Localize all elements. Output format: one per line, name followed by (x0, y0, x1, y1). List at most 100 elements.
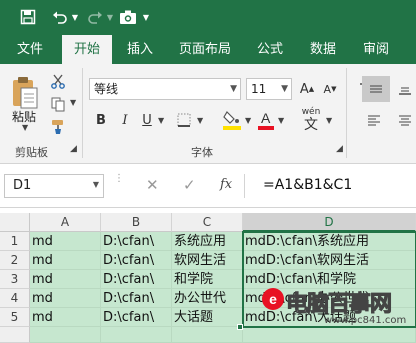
clipboard-launcher-icon[interactable]: ◢ (70, 144, 77, 154)
row-header-3[interactable]: 3 (0, 270, 30, 289)
phonetic-dropdown-icon[interactable]: ▼ (326, 116, 332, 125)
font-color-dropdown-icon[interactable]: ▼ (278, 116, 284, 125)
underline-dropdown-icon[interactable]: ▼ (158, 116, 164, 125)
borders-dropdown-icon[interactable]: ▼ (197, 116, 203, 125)
formula-input[interactable]: =A1&B1&C1 (244, 174, 416, 198)
cell-b6[interactable] (101, 327, 172, 343)
cell-a4[interactable]: md (30, 289, 101, 308)
cell-b2[interactable]: D:\cfan\ (101, 251, 172, 270)
group-divider (346, 68, 347, 158)
title-bar: ▼ ▼ ▼ (0, 0, 416, 35)
cell-a3[interactable]: md (30, 270, 101, 289)
cut-icon[interactable] (47, 72, 69, 90)
decrease-font-icon[interactable]: A ▼ (320, 78, 340, 100)
paste-dropdown-icon[interactable]: ▼ (22, 123, 28, 132)
fill-color-dropdown-icon[interactable]: ▼ (245, 116, 251, 125)
underline-button[interactable]: U (138, 109, 156, 131)
align-center-icon[interactable] (394, 109, 416, 131)
tab-insert[interactable]: 插入 (127, 35, 153, 64)
font-size-value: 11 (251, 82, 267, 96)
cell-b3[interactable]: D:\cfan\ (101, 270, 172, 289)
row-header-5[interactable]: 5 (0, 308, 30, 327)
customize-qat-icon[interactable]: ▼ (141, 7, 151, 27)
name-box[interactable]: D1 ▼ (4, 174, 104, 198)
phonetic-icon[interactable]: wén 文 (298, 106, 324, 134)
increase-font-icon[interactable]: A ▲ (297, 78, 317, 100)
group-divider (82, 68, 83, 158)
tab-page-layout[interactable]: 页面布局 (179, 35, 231, 64)
fill-handle[interactable] (237, 324, 243, 330)
redo-dropdown-icon[interactable]: ▼ (105, 7, 115, 27)
cell-a6[interactable] (30, 327, 101, 343)
formula-value: =A1&B1&C1 (263, 177, 353, 193)
phonetic-pinyin: wén (301, 107, 321, 117)
cell-c6[interactable] (172, 327, 243, 343)
cell-d2[interactable]: mdD:\cfan\软网生活 (243, 251, 416, 270)
watermark-logo-icon: e (262, 288, 284, 310)
bottom-align-icon[interactable] (394, 78, 416, 100)
row-header-2[interactable]: 2 (0, 251, 30, 270)
tab-home[interactable]: 开始 (62, 35, 113, 64)
copy-icon[interactable] (47, 95, 69, 113)
middle-align-icon[interactable] (362, 76, 390, 102)
font-name-dropdown-icon[interactable]: ▼ (230, 79, 237, 99)
cell-c2[interactable]: 软网生活 (172, 251, 243, 270)
worksheet-grid: A B C D 1 md D:\cfan\ 系统应用 mdD:\cfan\系统应… (0, 208, 416, 343)
font-size-dropdown-icon[interactable]: ▼ (281, 79, 288, 99)
column-header-a[interactable]: A (30, 213, 101, 232)
cancel-icon[interactable]: ✕ (146, 176, 159, 194)
cell-c5[interactable]: 大话题 (172, 308, 243, 327)
bold-button[interactable]: B (92, 109, 110, 131)
redo-icon[interactable] (85, 7, 105, 27)
ribbon: 粘贴 ▼ ▼ 剪贴板 ◢ 等线 ▼ 11 ▼ A ▲ A ▼ B I U ▼ ▼ ▼… (0, 64, 416, 164)
cell-a1[interactable]: md (30, 232, 101, 251)
row-header-6[interactable] (0, 327, 30, 343)
cell-b1[interactable]: D:\cfan\ (101, 232, 172, 251)
font-name-combo[interactable]: 等线 ▼ (89, 78, 241, 100)
cell-c4[interactable]: 办公世代 (172, 289, 243, 308)
cell-a2[interactable]: md (30, 251, 101, 270)
cell-b4[interactable]: D:\cfan\ (101, 289, 172, 308)
enter-icon[interactable]: ✓ (183, 176, 196, 194)
insert-function-icon[interactable]: fx (220, 177, 232, 192)
align-left-icon[interactable] (362, 109, 386, 131)
italic-button[interactable]: I (116, 109, 134, 131)
cell-d1[interactable]: mdD:\cfan\系统应用 (243, 232, 416, 251)
cell-b5[interactable]: D:\cfan\ (101, 308, 172, 327)
cell-a5[interactable]: md (30, 308, 101, 327)
cell-c3[interactable]: 和学院 (172, 270, 243, 289)
row-header-1[interactable]: 1 (0, 232, 30, 251)
undo-dropdown-icon[interactable]: ▼ (70, 7, 80, 27)
font-color-icon[interactable]: A (256, 108, 276, 132)
undo-icon[interactable] (50, 7, 70, 27)
formula-bar-grip-icon[interactable]: ⋮ (114, 174, 124, 196)
ribbon-tabs: 文件 开始 插入 页面布局 公式 数据 审阅 (0, 35, 416, 64)
formula-bar: D1 ▼ ⋮ ✕ ✓ fx =A1&B1&C1 (0, 164, 416, 208)
watermark: e 电脑百事网 www.pc841.com (262, 286, 414, 328)
format-painter-icon[interactable] (47, 118, 69, 136)
cell-c1[interactable]: 系统应用 (172, 232, 243, 251)
name-box-value: D1 (13, 178, 32, 193)
font-launcher-icon[interactable]: ◢ (336, 144, 343, 154)
phonetic-char: 文 (304, 117, 318, 133)
fill-color-icon[interactable] (221, 108, 243, 132)
column-header-c[interactable]: C (172, 213, 243, 232)
copy-dropdown-icon[interactable]: ▼ (70, 98, 76, 107)
name-box-dropdown-icon[interactable]: ▼ (93, 180, 99, 189)
tab-review[interactable]: 审阅 (363, 35, 389, 64)
column-header-d[interactable]: D (243, 213, 416, 232)
borders-icon[interactable] (173, 110, 195, 130)
font-name-value: 等线 (94, 82, 119, 96)
tab-file[interactable]: 文件 (17, 35, 43, 64)
select-all-corner[interactable] (0, 213, 30, 232)
svg-text:A: A (261, 110, 271, 126)
camera-icon[interactable] (118, 7, 138, 27)
row-header-4[interactable]: 4 (0, 289, 30, 308)
column-header-b[interactable]: B (101, 213, 172, 232)
tab-data[interactable]: 数据 (310, 35, 336, 64)
save-icon[interactable] (18, 7, 38, 27)
font-size-combo[interactable]: 11 ▼ (246, 78, 292, 100)
cell-d6[interactable] (243, 327, 416, 343)
font-group-label: 字体 (191, 146, 213, 159)
tab-formulas[interactable]: 公式 (257, 35, 283, 64)
